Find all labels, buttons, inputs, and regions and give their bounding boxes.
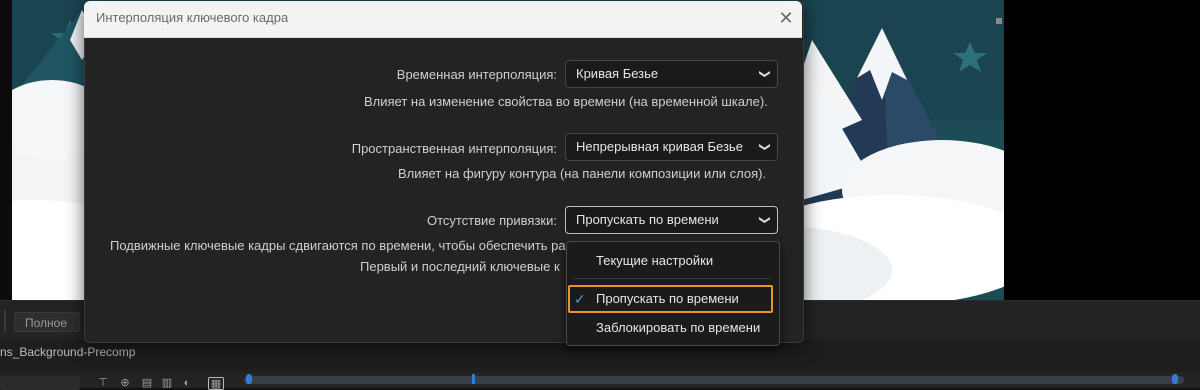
resolution-select[interactable]: Полное: [14, 312, 80, 332]
dialog-title: Интерполяция ключевого кадра: [96, 10, 289, 25]
shy-layers-icon[interactable]: ▤: [140, 377, 154, 389]
roving-select[interactable]: Пропускать по времени ❯: [565, 206, 778, 234]
menu-item-lock-to-time[interactable]: Заблокировать по времени: [596, 320, 760, 335]
spatial-interpolation-value: Непрерывная кривая Безье: [576, 139, 743, 154]
checkmark-icon: ✓: [574, 291, 586, 307]
viewer-right-margin: [1004, 0, 1200, 300]
temporal-interpolation-label: Временная интерполяция:: [396, 67, 557, 82]
motion-blur-icon[interactable]: ◐: [180, 377, 194, 389]
timeline-tab[interactable]: ns_Background-Precomp: [0, 345, 135, 359]
current-time-indicator[interactable]: [472, 374, 475, 384]
composition-flowchart-icon[interactable]: ⊤: [96, 377, 110, 389]
chevron-down-icon: ❯: [758, 69, 771, 79]
roving-label: Отсутствие привязки:: [426, 213, 557, 228]
viewer-left-margin: [0, 0, 12, 300]
work-area-start-handle[interactable]: [246, 374, 252, 384]
temporal-interpolation-select[interactable]: Кривая Безье ❯: [565, 60, 778, 88]
spatial-interpolation-select[interactable]: Непрерывная кривая Безье ❯: [565, 133, 778, 161]
spatial-interpolation-label: Пространственная интерполяция:: [351, 141, 557, 156]
graph-editor-icon[interactable]: ▦: [208, 377, 224, 390]
menu-separator: [574, 278, 770, 279]
globe-icon[interactable]: ⊕: [118, 377, 132, 389]
close-icon[interactable]: ✕: [776, 8, 796, 28]
menu-item-current-settings[interactable]: Текущие настройки: [596, 253, 713, 268]
chevron-down-icon: ❯: [758, 215, 771, 225]
chevron-down-icon: ❯: [758, 142, 771, 152]
work-area-bar[interactable]: [244, 376, 1184, 384]
roving-value: Пропускать по времени: [576, 212, 719, 227]
toolbar-divider: [4, 310, 6, 332]
spatial-interpolation-description: Влияет на фигуру контура (на панели комп…: [398, 166, 767, 181]
roving-description-line1: Подвижные ключевые кадры сдвигаются по в…: [110, 238, 566, 253]
work-area-end-handle[interactable]: [1172, 374, 1178, 384]
frame-blending-icon[interactable]: ▥: [160, 377, 174, 389]
temporal-interpolation-value: Кривая Безье: [576, 66, 659, 81]
layer-handle-icon[interactable]: [996, 18, 1002, 24]
menu-item-rove-across-time[interactable]: Пропускать по времени: [596, 291, 739, 306]
roving-description-line2: Первый и последний ключевые к: [360, 259, 560, 274]
temporal-interpolation-description: Влияет на изменение свойства во времени …: [364, 94, 768, 109]
